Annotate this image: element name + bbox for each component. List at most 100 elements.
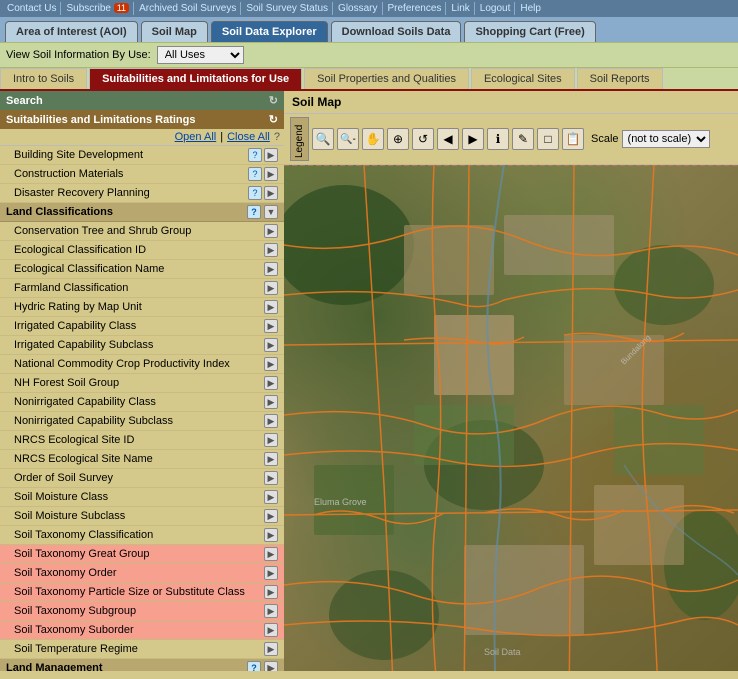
info-icon[interactable]: ?	[248, 167, 262, 181]
list-item-highlighted[interactable]: Soil Taxonomy Subgroup ▶	[0, 602, 284, 621]
expand-icon[interactable]: ▶	[264, 300, 278, 314]
info-icon[interactable]: ?	[247, 205, 261, 219]
nav-logout[interactable]: Logout	[476, 2, 516, 15]
legend-tab[interactable]: Legend	[290, 117, 309, 161]
expand-icon[interactable]: ▶	[264, 585, 278, 599]
tab-shopping-cart[interactable]: Shopping Cart (Free)	[464, 21, 595, 42]
expand-icon[interactable]: ▶	[264, 186, 278, 200]
tab-soil-properties[interactable]: Soil Properties and Qualities	[304, 68, 469, 89]
nav-status[interactable]: Soil Survey Status	[242, 2, 333, 15]
expand-icon[interactable]: ▶	[264, 604, 278, 618]
list-item-highlighted[interactable]: Soil Taxonomy Suborder ▶	[0, 621, 284, 640]
list-item[interactable]: Soil Moisture Subclass ▶	[0, 507, 284, 526]
expand-icon[interactable]: ▶	[264, 566, 278, 580]
view-by-use-select[interactable]: All Uses Agriculture Residential Commerc…	[157, 46, 244, 64]
zoom-extent-tool[interactable]: ⊕	[387, 128, 409, 150]
list-item[interactable]: Soil Temperature Regime ▶	[0, 640, 284, 659]
expand-icon[interactable]: ▶	[264, 376, 278, 390]
search-refresh-icon[interactable]: ↻	[269, 94, 278, 107]
collapse-icon[interactable]: ▼	[264, 205, 278, 219]
select-tool[interactable]: □	[537, 128, 559, 150]
forward-tool[interactable]: ▶	[462, 128, 484, 150]
expand-icon[interactable]: ▶	[264, 471, 278, 485]
tab-aoi[interactable]: Area of Interest (AOI)	[5, 21, 138, 42]
expand-icon[interactable]: ▶	[264, 395, 278, 409]
list-item[interactable]: Nonirrigated Capability Subclass ▶	[0, 412, 284, 431]
list-item[interactable]: NRCS Ecological Site Name ▶	[0, 450, 284, 469]
expand-icon[interactable]: ▶	[264, 167, 278, 181]
ratings-refresh-icon[interactable]: ↻	[269, 113, 278, 126]
list-item[interactable]: Irrigated Capability Subclass ▶	[0, 336, 284, 355]
close-all-link[interactable]: Close All	[227, 131, 270, 143]
nav-help[interactable]: Help	[516, 2, 545, 15]
expand-icon[interactable]: ▶	[264, 509, 278, 523]
list-item[interactable]: NH Forest Soil Group ▶	[0, 374, 284, 393]
expand-icon[interactable]: ▶	[264, 414, 278, 428]
copy-tool[interactable]: 📋	[562, 128, 584, 150]
info-icon[interactable]: ?	[248, 186, 262, 200]
expand-icon[interactable]: ▶	[264, 490, 278, 504]
expand-icon[interactable]: ▶	[264, 452, 278, 466]
expand-icon[interactable]: ▶	[264, 642, 278, 656]
list-item[interactable]: Construction Materials ? ▶	[0, 165, 284, 184]
expand-icon[interactable]: ▶	[264, 224, 278, 238]
tab-soil-data-explorer[interactable]: Soil Data Explorer	[211, 21, 328, 42]
expand-icon[interactable]: ▶	[264, 338, 278, 352]
nav-glossary[interactable]: Glossary	[334, 2, 382, 15]
expand-icon[interactable]: ▶	[264, 528, 278, 542]
info-icon[interactable]: ?	[247, 661, 261, 671]
list-item[interactable]: NRCS Ecological Site ID ▶	[0, 431, 284, 450]
nav-preferences[interactable]: Preferences	[384, 2, 447, 15]
list-item[interactable]: Disaster Recovery Planning ? ▶	[0, 184, 284, 203]
refresh-tool[interactable]: ↺	[412, 128, 434, 150]
expand-icon[interactable]: ▶	[264, 148, 278, 162]
expand-icon[interactable]: ▶	[264, 623, 278, 637]
expand-icon[interactable]: ▶	[264, 433, 278, 447]
expand-icon[interactable]: ▶	[264, 661, 278, 671]
expand-icon[interactable]: ▶	[264, 262, 278, 276]
nav-link[interactable]: Link	[447, 2, 474, 15]
tab-intro-to-soils[interactable]: Intro to Soils	[0, 68, 87, 89]
list-item[interactable]: Soil Taxonomy Classification ▶	[0, 526, 284, 545]
list-item[interactable]: Ecological Classification Name ▶	[0, 260, 284, 279]
nav-subscribe[interactable]: Subscribe 11	[62, 2, 134, 15]
list-item[interactable]: Irrigated Capability Class ▶	[0, 317, 284, 336]
list-item[interactable]: Conservation Tree and Shrub Group ▶	[0, 222, 284, 241]
pan-tool[interactable]: ✋	[362, 128, 384, 150]
list-item[interactable]: Building Site Development ? ▶	[0, 146, 284, 165]
help-icon[interactable]: ?	[274, 131, 280, 143]
expand-icon[interactable]: ▶	[264, 281, 278, 295]
expand-icon[interactable]: ▶	[264, 357, 278, 371]
map-area[interactable]: Eluma Grove Bundalong Soil Data	[284, 165, 738, 671]
nav-contact-us[interactable]: Contact Us	[3, 2, 61, 15]
list-item[interactable]: Order of Soil Survey ▶	[0, 469, 284, 488]
identify-tool[interactable]: ✎	[512, 128, 534, 150]
list-item[interactable]: Soil Moisture Class ▶	[0, 488, 284, 507]
tab-download[interactable]: Download Soils Data	[331, 21, 462, 42]
list-item[interactable]: National Commodity Crop Productivity Ind…	[0, 355, 284, 374]
zoom-out-tool[interactable]: 🔍-	[337, 128, 359, 150]
tab-soil-reports[interactable]: Soil Reports	[577, 68, 663, 89]
list-item-highlighted[interactable]: Soil Taxonomy Order ▶	[0, 564, 284, 583]
list-item-highlighted[interactable]: Soil Taxonomy Particle Size or Substitut…	[0, 583, 284, 602]
expand-icon[interactable]: ▶	[264, 319, 278, 333]
tab-ecological-sites[interactable]: Ecological Sites	[471, 68, 575, 89]
scale-select[interactable]: (not to scale)	[622, 130, 710, 148]
info-icon[interactable]: ?	[248, 148, 262, 162]
list-item-highlighted[interactable]: Soil Taxonomy Great Group ▶	[0, 545, 284, 564]
list-item[interactable]: Ecological Classification ID ▶	[0, 241, 284, 260]
land-classifications-header[interactable]: Land Classifications ? ▼	[0, 203, 284, 222]
back-tool[interactable]: ◀	[437, 128, 459, 150]
open-all-link[interactable]: Open All	[175, 131, 217, 143]
expand-icon[interactable]: ▶	[264, 547, 278, 561]
tab-soil-map[interactable]: Soil Map	[141, 21, 208, 42]
nav-archived[interactable]: Archived Soil Surveys	[135, 2, 241, 15]
list-item[interactable]: Farmland Classification ▶	[0, 279, 284, 298]
tab-suitabilities[interactable]: Suitabilities and Limitations for Use	[89, 68, 302, 89]
list-item[interactable]: Hydric Rating by Map Unit ▶	[0, 298, 284, 317]
land-management-header[interactable]: Land Management ? ▶	[0, 659, 284, 671]
expand-icon[interactable]: ▶	[264, 243, 278, 257]
info-tool[interactable]: ℹ	[487, 128, 509, 150]
list-item[interactable]: Nonirrigated Capability Class ▶	[0, 393, 284, 412]
zoom-in-tool[interactable]: 🔍	[312, 128, 334, 150]
